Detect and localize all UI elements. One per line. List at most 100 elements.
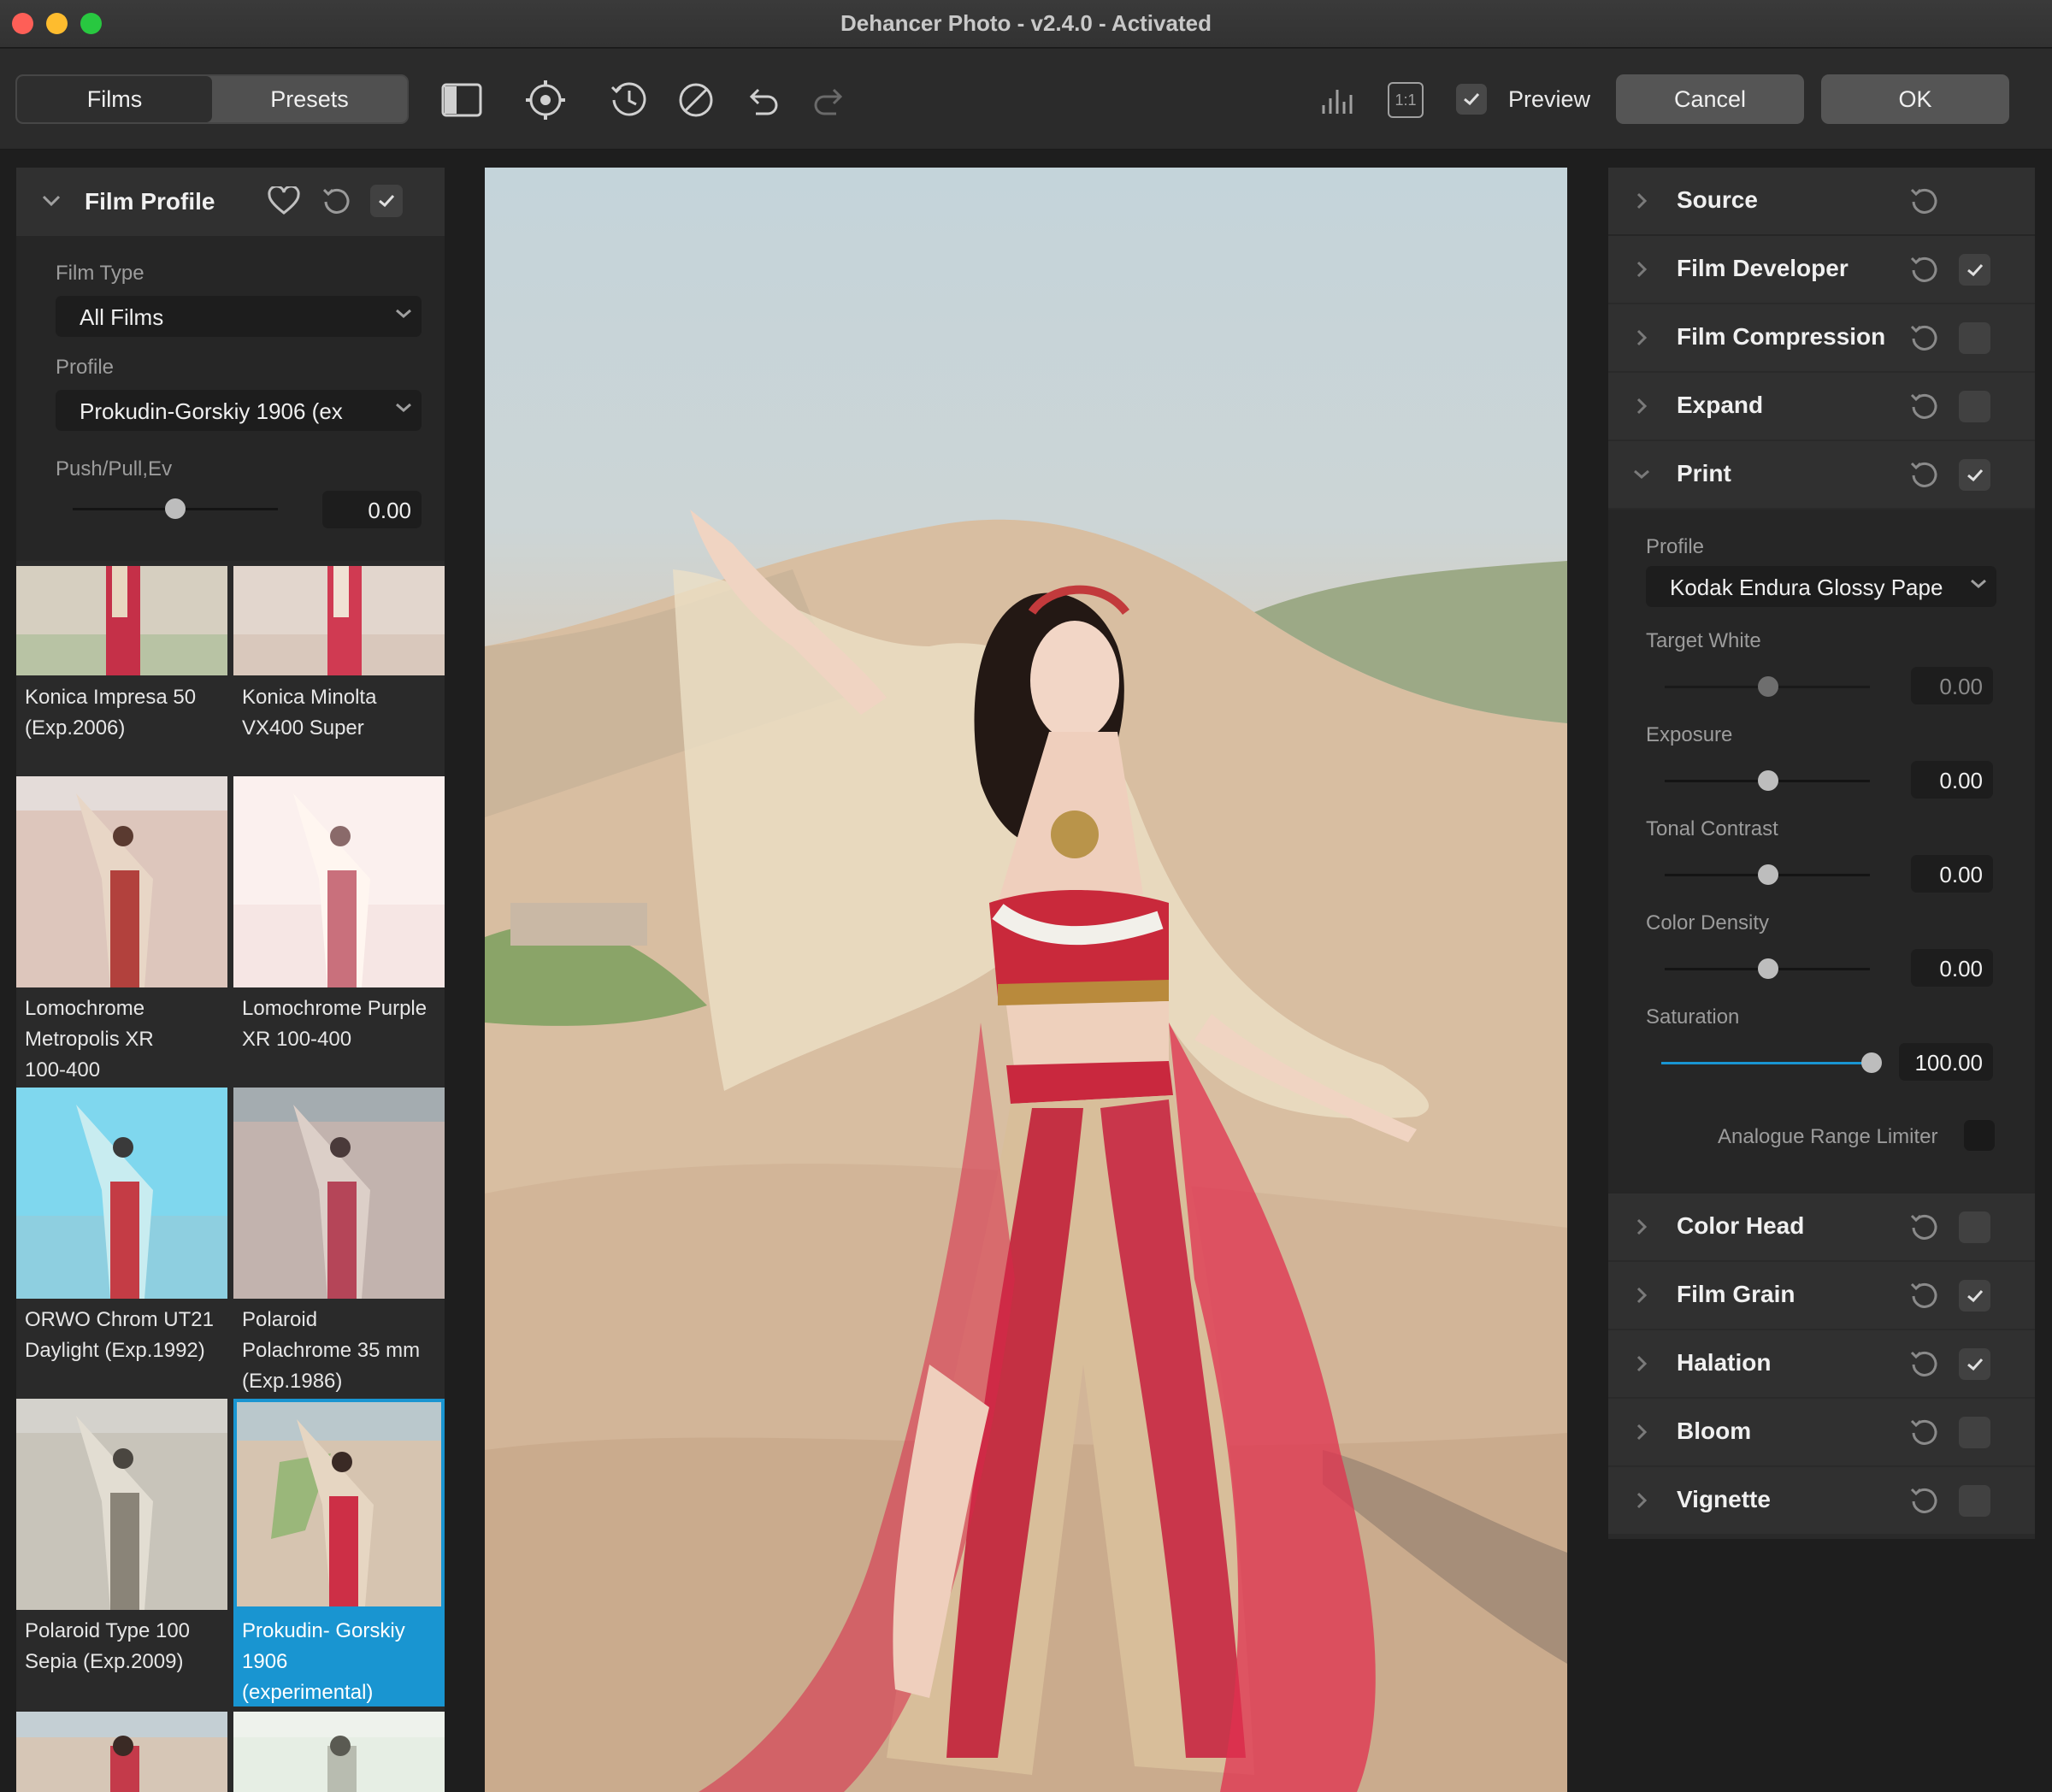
film-thumbnail[interactable]	[16, 1088, 227, 1299]
redo-icon[interactable]	[807, 78, 852, 122]
analogue-range-limiter-checkbox[interactable]	[1964, 1120, 1995, 1151]
module-row-film-grain[interactable]: Film Grain	[1608, 1262, 2035, 1329]
film-name-label: ORWO Chrom UT21 Daylight (Exp.1992)	[25, 1308, 214, 1362]
reset-icon[interactable]	[1909, 1349, 1940, 1380]
reset-icon[interactable]	[1909, 1281, 1940, 1312]
print-profile-label: Profile	[1646, 535, 1705, 558]
toolbar: Films Presets 1:1 Preview Cancel OK	[0, 49, 2052, 150]
film-thumbnail[interactable]	[233, 566, 445, 675]
film-type-label: Film Type	[56, 262, 144, 285]
chevron-right-icon	[1636, 398, 1648, 415]
tonal-contrast-slider-knob[interactable]	[1758, 864, 1778, 885]
cancel-button[interactable]: Cancel	[1616, 74, 1804, 124]
chevron-down-icon	[396, 309, 411, 318]
ok-button[interactable]: OK	[1821, 74, 2009, 124]
reset-icon[interactable]	[1909, 392, 1940, 422]
push-pull-slider-knob[interactable]	[165, 498, 186, 519]
module-row-film-developer[interactable]: Film Developer	[1608, 236, 2035, 303]
module-label: Film Compression	[1677, 323, 1886, 350]
photo-preview[interactable]	[485, 168, 1567, 1792]
module-row-halation[interactable]: Halation	[1608, 1330, 2035, 1397]
tonal-contrast-value[interactable]: 0.00	[1911, 855, 1993, 893]
exposure-value[interactable]: 0.00	[1911, 761, 1993, 799]
chevron-down-icon[interactable]	[42, 195, 61, 207]
color-density-slider-knob[interactable]	[1758, 958, 1778, 979]
history-icon[interactable]	[607, 78, 652, 122]
module-label: Film Developer	[1677, 255, 1849, 281]
reset-icon[interactable]	[321, 186, 352, 217]
film-profile-header[interactable]: Film Profile	[16, 168, 445, 236]
analogue-range-limiter-label: Analogue Range Limiter	[1718, 1125, 1938, 1148]
sidebar-toggle-icon[interactable]	[439, 78, 484, 122]
reset-icon[interactable]	[1909, 186, 1940, 217]
check-icon	[1966, 469, 1983, 481]
saturation-slider-knob[interactable]	[1861, 1052, 1882, 1073]
film-thumbnail[interactable]	[16, 566, 227, 675]
film-name-label: Lomochrome Purple XR 100-400	[242, 997, 428, 1051]
chevron-right-icon	[1636, 1492, 1648, 1509]
preview-checkbox[interactable]	[1456, 84, 1487, 115]
chevron-right-icon	[1636, 1218, 1648, 1235]
print-profile-select[interactable]: Kodak Endura Glossy Pape	[1646, 566, 1996, 607]
film-thumbnail[interactable]	[233, 776, 445, 987]
film-profile-form: Film Type All Films Profile Prokudin-Gor…	[16, 236, 445, 561]
module-row-bloom[interactable]: Bloom	[1608, 1399, 2035, 1465]
target-white-slider-knob[interactable]	[1758, 676, 1778, 697]
profile-select[interactable]: Prokudin-Gorskiy 1906 (ex	[56, 390, 422, 431]
module-enable-checkbox[interactable]	[1959, 1211, 1990, 1243]
disable-icon[interactable]	[674, 78, 718, 122]
film-thumbnail[interactable]	[233, 1088, 445, 1299]
tab-presets[interactable]: Presets	[212, 76, 407, 122]
film-type-select[interactable]: All Films	[56, 296, 422, 337]
chevron-right-icon	[1636, 1355, 1648, 1372]
reset-icon[interactable]	[1909, 1418, 1940, 1448]
film-thumbnail[interactable]	[16, 1399, 227, 1610]
module-enable-checkbox[interactable]	[1959, 1485, 1990, 1517]
module-enable-checkbox[interactable]	[1959, 1417, 1990, 1448]
film-name-label: Polaroid Polachrome 35 mm (Exp.1986)	[242, 1308, 421, 1393]
module-row-source[interactable]: Source	[1608, 168, 2035, 234]
saturation-value[interactable]: 100.00	[1899, 1043, 1993, 1081]
zoom-1to1-icon[interactable]: 1:1	[1383, 78, 1428, 122]
module-enable-checkbox[interactable]	[1959, 322, 1990, 354]
module-row-vignette[interactable]: Vignette	[1608, 1467, 2035, 1534]
module-enable-checkbox[interactable]	[1959, 1348, 1990, 1380]
reset-icon[interactable]	[1909, 1212, 1940, 1243]
profile-label: Profile	[56, 356, 115, 379]
settings-icon[interactable]	[523, 78, 568, 122]
undo-icon[interactable]	[740, 78, 785, 122]
module-label: Halation	[1677, 1349, 1772, 1376]
mode-segmented-control: Films Presets	[15, 74, 409, 124]
exposure-slider-knob[interactable]	[1758, 770, 1778, 791]
check-icon	[1966, 263, 1983, 276]
film-thumbnail-selected[interactable]	[237, 1402, 441, 1606]
module-row-expand[interactable]: Expand	[1608, 373, 2035, 439]
film-profile-enable-checkbox[interactable]	[370, 185, 403, 217]
saturation-slider[interactable]	[1661, 1062, 1873, 1064]
tab-films[interactable]: Films	[17, 76, 212, 122]
reset-icon[interactable]	[1909, 323, 1940, 354]
chevron-right-icon	[1636, 1287, 1648, 1304]
push-pull-value[interactable]: 0.00	[322, 491, 422, 528]
module-enable-checkbox[interactable]	[1959, 254, 1990, 286]
film-thumbnail[interactable]	[16, 776, 227, 987]
module-enable-checkbox[interactable]	[1959, 391, 1990, 422]
film-thumbnail[interactable]	[16, 1712, 227, 1792]
reset-icon[interactable]	[1909, 460, 1940, 491]
print-settings: Profile Kodak Endura Glossy Pape Target …	[1608, 510, 2035, 1194]
color-density-value[interactable]: 0.00	[1911, 949, 1993, 987]
module-enable-checkbox[interactable]	[1959, 1280, 1990, 1312]
module-row-print[interactable]: Print	[1608, 441, 2035, 508]
zoom-label: 1:1	[1388, 82, 1424, 118]
favorite-heart-icon[interactable]	[268, 186, 300, 215]
film-thumbnail[interactable]	[233, 1712, 445, 1792]
reset-icon[interactable]	[1909, 255, 1940, 286]
histogram-icon[interactable]	[1315, 78, 1359, 122]
module-row-film-compression[interactable]: Film Compression	[1608, 304, 2035, 371]
module-enable-checkbox[interactable]	[1959, 459, 1990, 491]
target-white-value[interactable]: 0.00	[1911, 667, 1993, 704]
reset-icon[interactable]	[1909, 1486, 1940, 1517]
module-row-color-head[interactable]: Color Head	[1608, 1194, 2035, 1260]
print-profile-value: Kodak Endura Glossy Pape	[1670, 575, 1943, 600]
window-title: Dehancer Photo - v2.4.0 - Activated	[840, 10, 1212, 36]
